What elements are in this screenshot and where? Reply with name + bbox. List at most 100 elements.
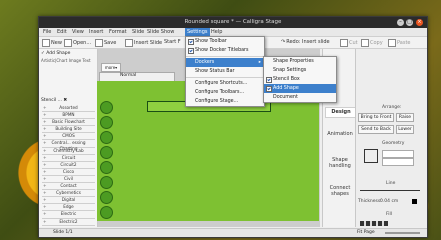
close-icon[interactable]: × [416,19,423,26]
circle-shape[interactable] [100,116,113,129]
menu-file[interactable]: File [43,29,51,35]
circle-shape[interactable] [100,131,113,144]
copy-button[interactable]: Copy [361,39,383,47]
zoom-slider[interactable] [385,232,420,234]
circle-shape[interactable] [100,161,113,174]
menu-separator [186,77,264,78]
stencil-item[interactable]: Cybernetics [42,190,95,198]
dockers-submenu: Shape Properties Snap Settings Stencil B… [263,56,337,103]
zoom-selector[interactable]: Fit Page [357,230,375,235]
shape-category-filter[interactable]: Artistic|Chart Image Text [41,58,91,63]
tab-connect-shapes[interactable]: Connect shapes [325,185,355,197]
more-shapes-button[interactable]: more▾ [101,63,121,72]
open-label: Open... [73,40,92,46]
menu-help[interactable]: Help [211,29,222,35]
redo-label: Redo: Insert slide [286,39,330,45]
menu-item-show-docker-titlebars[interactable]: Show Docker Titlebars [186,46,264,55]
circle-shape[interactable] [100,191,113,204]
menu-settings[interactable]: Settings [185,28,210,36]
geometry-label: Geometry [382,141,405,146]
circle-shape[interactable] [100,206,113,219]
menu-item-show-status-bar[interactable]: Show Status Bar [186,67,264,76]
circle-shape[interactable] [100,146,113,159]
paste-button[interactable]: Paste [388,39,411,47]
lower-button[interactable]: Lower [396,125,414,134]
menu-edit[interactable]: Edit [57,29,67,35]
stencil-item[interactable]: Edge [42,204,95,212]
insert-slide-button[interactable]: Insert Slide [125,39,162,47]
stencil-item[interactable]: Electric [42,211,95,219]
start-presentation-button[interactable]: Start F [164,39,181,45]
thickness-label: Thickness: [358,199,382,204]
menu-item-configure-shortcuts[interactable]: Configure Shortcuts... [186,79,264,88]
tab-shape-handling[interactable]: Shape handling [325,157,355,169]
start-label: Start F [164,39,181,45]
chevron-right-icon: ▸ [258,60,261,65]
stencil-item[interactable]: Chemistry Lab [42,148,95,155]
insert-slide-label: Insert Slide [134,40,163,46]
menu-item-document[interactable]: Document [264,93,336,102]
menu-item-configure-toolbars[interactable]: Configure Toolbars... [186,88,264,97]
bring-to-front-button[interactable]: Bring to Front [358,113,394,122]
circle-shape[interactable] [100,101,113,114]
stencil-item[interactable]: Civil [42,176,95,184]
checkbox-icon [266,86,272,92]
line-color-swatch[interactable] [412,199,417,204]
save-icon [95,39,103,47]
menu-view[interactable]: View [72,29,84,35]
stencil-item[interactable]: CMOS [42,133,95,141]
menu-item-label: Snap Settings [273,68,307,73]
maximize-icon[interactable]: □ [406,19,413,26]
stencil-item[interactable]: Contact [42,183,95,191]
menu-slide-show[interactable]: Slide Show [147,29,174,35]
stencil-item[interactable]: Central... essing Charting [42,140,95,151]
tab-animation[interactable]: Animation [325,131,355,137]
menu-item-snap-settings[interactable]: Snap Settings [264,66,336,75]
stencil-item[interactable]: Assorted [42,105,95,113]
cut-icon [340,39,348,47]
thickness-value[interactable]: 0.04 cm [380,199,398,204]
close-icon[interactable]: ✖ [63,98,67,103]
geometry-anchor-icon[interactable] [364,149,378,163]
menu-item-label: Configure Toolbars... [195,90,245,95]
checkbox-icon [266,77,272,83]
stencil-item[interactable]: Building Site [42,126,95,134]
copy-label: Copy [370,40,383,46]
save-button[interactable]: Save [95,39,116,47]
menu-item-dockers[interactable]: Dockers ▸ [186,58,264,67]
y-position-field[interactable] [382,158,414,166]
line-style-preview[interactable] [360,190,420,191]
stencil-item[interactable]: Cisco [42,169,95,176]
stencil-item[interactable]: Circuit [42,155,95,162]
raise-button[interactable]: Raise [396,113,414,122]
menu-format[interactable]: Format [109,29,127,35]
menu-item-show-toolbar[interactable]: Show Toolbar [186,37,264,46]
x-position-field[interactable] [382,150,414,158]
stencil-item[interactable]: Circuit2 [42,162,95,169]
add-shape-label: Add Shape [46,51,71,56]
menu-slide[interactable]: Slide [132,29,144,35]
tab-design[interactable]: Design [325,107,357,118]
settings-menu: Show Toolbar Show Docker Titlebars Docke… [185,36,265,107]
fill-type-selector[interactable] [360,221,388,226]
open-button[interactable]: Open... [64,39,91,47]
circle-shape[interactable] [100,176,113,189]
menu-insert[interactable]: Insert [89,29,103,35]
stencil-item[interactable]: Basic Flowchart [42,119,95,127]
cut-button[interactable]: Cut [340,39,358,47]
menu-item-label: Shape Properties [273,59,314,64]
menu-item-configure-stage[interactable]: Configure Stage... [186,97,264,106]
redo-button[interactable]: ↷ Redo: Insert slide [281,39,330,45]
send-to-back-button[interactable]: Send to Back [358,125,394,134]
new-button[interactable]: New [42,39,62,47]
line-label: Line [386,181,396,186]
stencil-item[interactable]: Electric2 [42,219,95,226]
cut-label: Cut [349,40,358,46]
menu-item-shape-properties[interactable]: Shape Properties [264,57,336,66]
checkbox-icon [188,48,194,54]
menu-item-add-shape[interactable]: Add Shape [264,84,336,93]
menu-item-stencil-box[interactable]: Stencil Box [264,75,336,84]
stencil-item[interactable]: BPMN [42,112,95,120]
minimize-icon[interactable]: – [397,19,404,26]
stencil-item[interactable]: Digital [42,197,95,205]
